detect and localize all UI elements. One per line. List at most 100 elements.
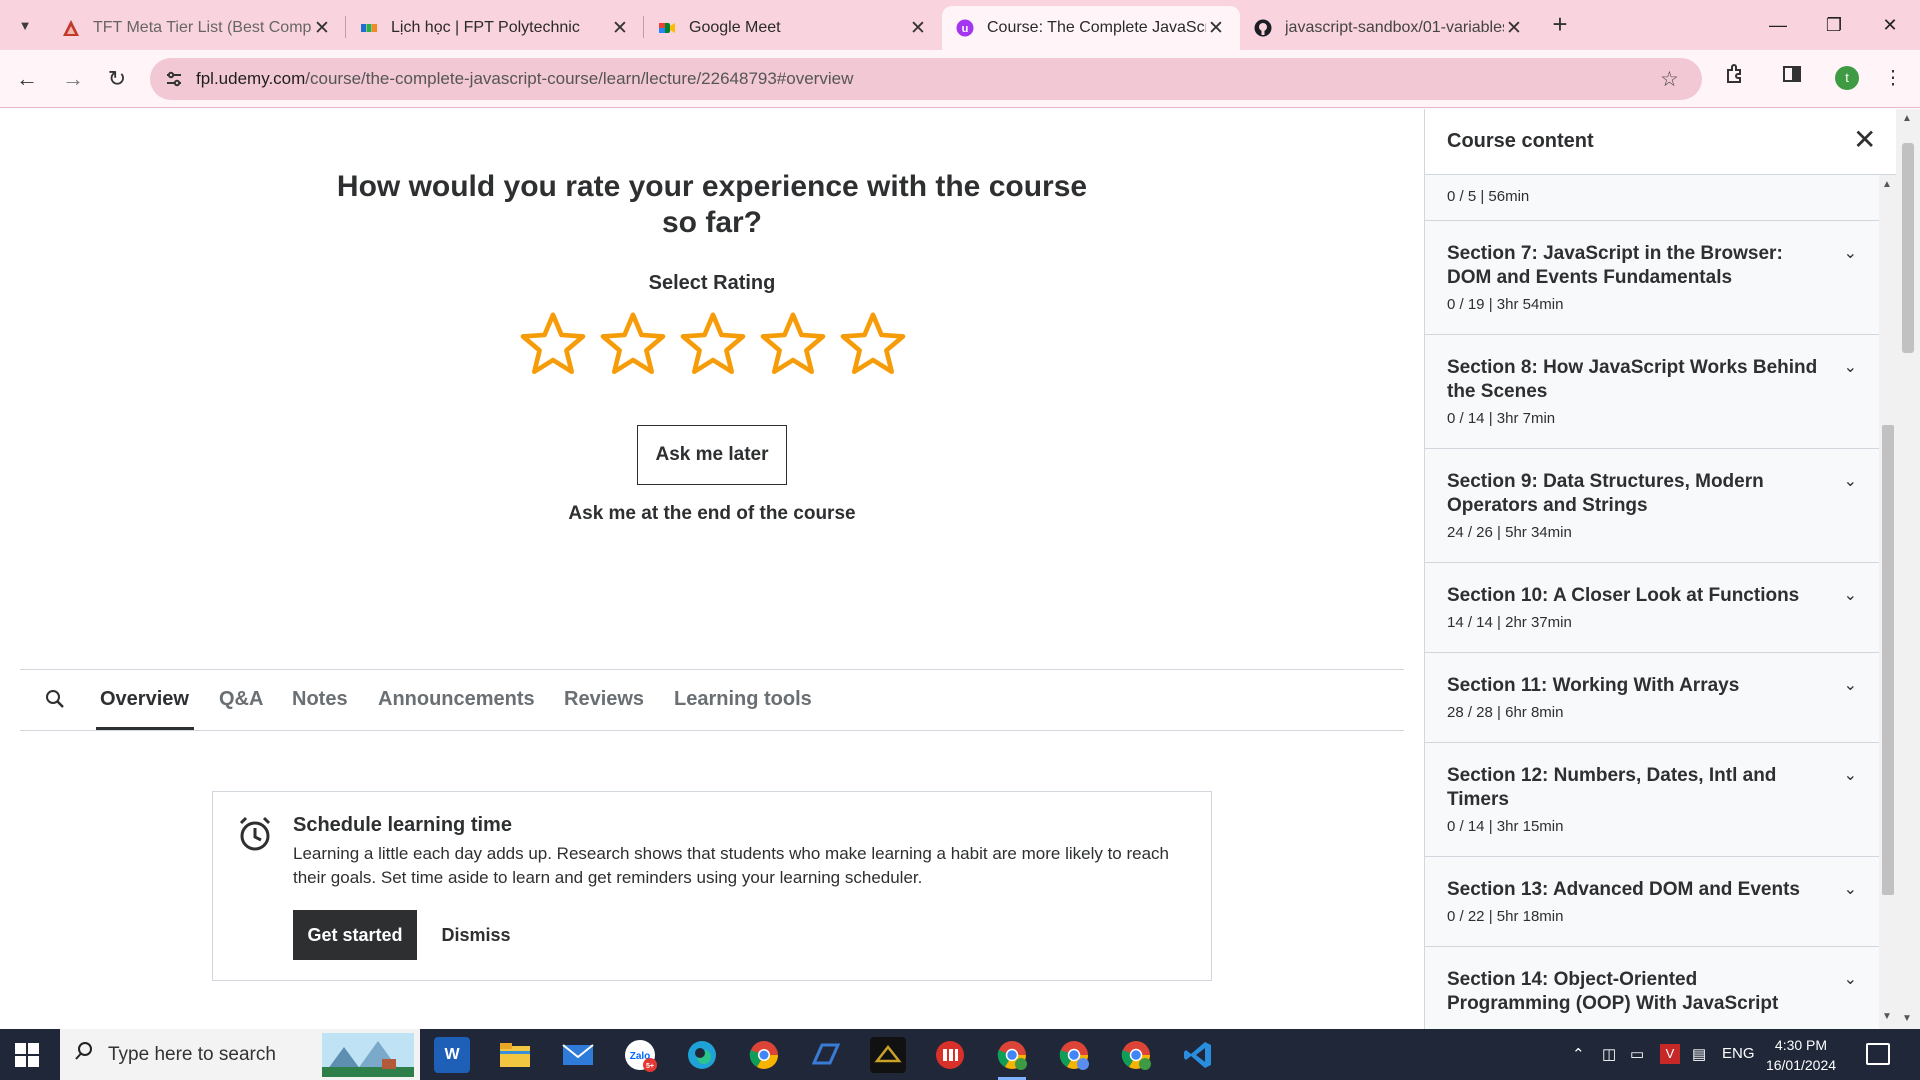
close-tab-icon[interactable]: ✕ bbox=[908, 17, 928, 40]
search-icon[interactable] bbox=[44, 688, 66, 716]
side-panel-icon[interactable] bbox=[1775, 62, 1809, 96]
network-icon[interactable]: ▤ bbox=[1692, 1045, 1706, 1063]
back-button[interactable]: ← bbox=[12, 64, 42, 94]
section-title: Section 14: Object-Oriented Programming … bbox=[1447, 969, 1779, 1014]
svg-text:5+: 5+ bbox=[646, 1063, 654, 1070]
chevron-down-icon: ⌄ bbox=[1843, 473, 1857, 490]
reload-button[interactable]: ↻ bbox=[102, 64, 132, 94]
profile-avatar[interactable]: t bbox=[1835, 66, 1859, 90]
section-item[interactable]: Section 8: How JavaScript Works Behind t… bbox=[1425, 335, 1879, 449]
alarm-clock-icon bbox=[239, 816, 271, 851]
section-item[interactable]: Section 12: Numbers, Dates, Intl and Tim… bbox=[1425, 743, 1879, 857]
site-settings-icon[interactable] bbox=[164, 69, 184, 89]
section-item[interactable]: Section 14: Object-Oriented Programming … bbox=[1425, 947, 1879, 1029]
star-icon-1[interactable] bbox=[518, 309, 588, 379]
notification-center-icon[interactable] bbox=[1866, 1043, 1890, 1065]
chrome-profile-1-icon[interactable] bbox=[994, 1037, 1030, 1080]
tab-title: TFT Meta Tier List (Best Comps) bbox=[93, 19, 312, 36]
close-tab-icon[interactable]: ✕ bbox=[1206, 17, 1226, 40]
star-icon-2[interactable] bbox=[598, 309, 668, 379]
remote-app-icon[interactable] bbox=[808, 1037, 844, 1073]
clock-date: 16/01/2024 bbox=[1765, 1057, 1837, 1073]
url-text[interactable]: fpl.udemy.com/course/the-complete-javasc… bbox=[196, 69, 853, 89]
chrome-browser-icon[interactable] bbox=[746, 1037, 782, 1073]
star-icon-4[interactable] bbox=[758, 309, 828, 379]
bookmark-star-icon[interactable]: ☆ bbox=[1660, 67, 1679, 92]
antivirus-icon[interactable]: V bbox=[1660, 1044, 1680, 1064]
close-tab-icon[interactable]: ✕ bbox=[610, 17, 630, 40]
star-icon-5[interactable] bbox=[838, 309, 908, 379]
close-icon[interactable]: ✕ bbox=[1853, 125, 1876, 155]
fpt-favicon-icon bbox=[360, 19, 378, 37]
chrome-profile-3-icon[interactable] bbox=[1118, 1037, 1154, 1073]
tab-overview[interactable]: Overview bbox=[100, 688, 189, 711]
scroll-up-icon[interactable]: ▲ bbox=[1882, 179, 1892, 190]
close-window-button[interactable]: ✕ bbox=[1870, 8, 1910, 42]
edge-browser-icon[interactable] bbox=[684, 1037, 720, 1073]
ask-at-end-link[interactable]: Ask me at the end of the course bbox=[462, 503, 962, 525]
close-tab-icon[interactable]: ✕ bbox=[1504, 17, 1524, 40]
section-item[interactable]: Section 10: A Closer Look at Functions 1… bbox=[1425, 563, 1879, 653]
minimize-button[interactable]: — bbox=[1758, 8, 1798, 42]
scroll-down-icon[interactable]: ▼ bbox=[1902, 1013, 1912, 1024]
page-scroll-thumb[interactable] bbox=[1902, 143, 1914, 353]
word-app-icon[interactable]: W bbox=[434, 1037, 470, 1073]
tray-chevron-up-icon[interactable]: ⌃ bbox=[1572, 1045, 1585, 1063]
get-started-button[interactable]: Get started bbox=[293, 910, 417, 960]
page-scrollbar[interactable]: ▲ ▼ bbox=[1896, 109, 1920, 1029]
mail-app-icon[interactable] bbox=[560, 1037, 596, 1073]
sidebar-scroll-thumb[interactable] bbox=[1882, 425, 1894, 895]
new-tab-button[interactable]: + bbox=[1545, 10, 1575, 40]
system-clock[interactable]: 4:30 PM 16/01/2024 bbox=[1756, 1035, 1846, 1075]
section-title: Section 12: Numbers, Dates, Intl and Tim… bbox=[1447, 765, 1777, 810]
section-item[interactable]: Section 9: Data Structures, Modern Opera… bbox=[1425, 449, 1879, 563]
dismiss-button[interactable]: Dismiss bbox=[431, 910, 521, 960]
ask-me-later-button[interactable]: Ask me later bbox=[637, 425, 787, 485]
tab-qa[interactable]: Q&A bbox=[219, 688, 263, 711]
github-icon bbox=[1254, 19, 1272, 37]
sidebar-title: Course content bbox=[1447, 130, 1594, 152]
game-app-icon[interactable] bbox=[870, 1037, 906, 1073]
tab-search-button[interactable]: ▼ bbox=[10, 10, 40, 40]
restore-button[interactable]: ❐ bbox=[1814, 8, 1854, 42]
section-progress: 0 / 14 | 3hr 7min bbox=[1447, 410, 1556, 427]
scroll-up-icon[interactable]: ▲ bbox=[1902, 113, 1912, 124]
browser-tab[interactable]: TFT Meta Tier List (Best Comps) ✕ bbox=[48, 6, 346, 50]
browser-tab[interactable]: Lịch học | FPT Polytechnic ✕ bbox=[346, 6, 644, 50]
url-path: /course/the-complete-javascript-course/l… bbox=[305, 69, 854, 88]
forward-button[interactable]: → bbox=[58, 64, 88, 94]
red-app-icon[interactable] bbox=[932, 1037, 968, 1073]
battery-icon[interactable]: ▭ bbox=[1630, 1045, 1644, 1063]
tab-learning-tools[interactable]: Learning tools bbox=[674, 688, 812, 711]
clock-time: 4:30 PM bbox=[1774, 1037, 1828, 1053]
sidebar-scrollbar[interactable]: ▲ ▼ bbox=[1879, 175, 1896, 1029]
section-item[interactable]: Section 7: JavaScript in the Browser: DO… bbox=[1425, 221, 1879, 335]
tab-announcements[interactable]: Announcements bbox=[378, 688, 535, 711]
tab-title: javascript-sandbox/01-variables bbox=[1285, 19, 1504, 36]
extensions-icon[interactable] bbox=[1718, 62, 1752, 96]
active-tab-indicator bbox=[96, 727, 194, 730]
address-bar[interactable]: fpl.udemy.com/course/the-complete-javasc… bbox=[150, 58, 1702, 100]
browser-tab[interactable]: javascript-sandbox/01-variables ✕ bbox=[1240, 6, 1538, 50]
vscode-app-icon[interactable] bbox=[1180, 1037, 1216, 1073]
taskbar-search-box[interactable]: Type here to search bbox=[60, 1029, 420, 1080]
chrome-profile-2-icon[interactable] bbox=[1056, 1037, 1092, 1073]
windows-start-icon[interactable] bbox=[14, 1042, 40, 1068]
file-explorer-icon[interactable] bbox=[497, 1037, 533, 1073]
tab-reviews[interactable]: Reviews bbox=[564, 688, 644, 711]
url-host: fpl.udemy.com bbox=[196, 69, 306, 88]
zalo-app-icon[interactable]: Zalo 5+ bbox=[622, 1037, 658, 1073]
star-icon-3[interactable] bbox=[678, 309, 748, 379]
tab-notes[interactable]: Notes bbox=[292, 688, 348, 711]
section-item[interactable]: Section 11: Working With Arrays 28 / 28 … bbox=[1425, 653, 1879, 743]
scroll-down-icon[interactable]: ▼ bbox=[1882, 1011, 1892, 1022]
browser-tab-active[interactable]: u Course: The Complete JavaScript ✕ bbox=[942, 6, 1240, 50]
keyboard-language[interactable]: ENG bbox=[1722, 1045, 1755, 1062]
tft-favicon-icon bbox=[62, 19, 80, 37]
tray-device-icon[interactable]: ◫ bbox=[1602, 1045, 1616, 1063]
section-progress: 0 / 5 | 56min bbox=[1425, 175, 1879, 221]
section-item[interactable]: Section 13: Advanced DOM and Events 0 / … bbox=[1425, 857, 1879, 947]
close-tab-icon[interactable]: ✕ bbox=[312, 17, 332, 40]
browser-menu-icon[interactable]: ⋮ bbox=[1876, 62, 1910, 96]
browser-tab[interactable]: Google Meet ✕ bbox=[644, 6, 942, 50]
